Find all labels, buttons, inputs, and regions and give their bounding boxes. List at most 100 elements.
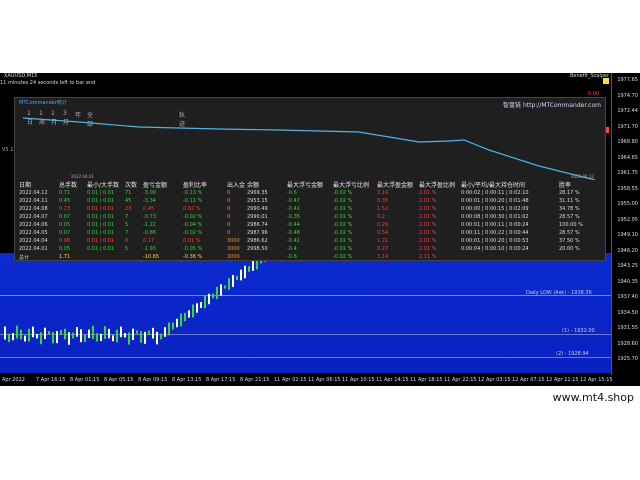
table-cell: -0.01 % [333,214,353,220]
table-cell: 28.17 % [559,190,580,196]
time-tick-label: 8 Apr 09:15 [138,377,168,383]
candle [108,328,110,339]
table-cell: 0.23 [59,206,71,212]
candle [80,329,82,343]
table-cell: 0.05 [59,222,71,228]
table-cell: -0.41 [287,238,300,244]
time-tick-label: 8 Apr 21:15 [240,377,270,383]
table-cell: -0.6 [287,190,297,196]
table-cell: 0.05 [59,246,71,252]
table-cell: 3.14 [377,254,389,260]
table-cell: 0:00:11 | 0:00:22 | 0:00:44 [461,230,529,236]
table-cell: 0.01 | 0.01 [87,214,115,220]
table-cell: 8 [125,238,129,244]
table-cell: 0.08 [59,238,71,244]
candle [20,329,22,340]
candle [120,326,122,338]
table-header: 最大浮盈比例 [419,182,456,189]
candle [76,327,78,337]
price-tick-label: 1937.40 [617,294,638,300]
table-cell: -0.48 [287,230,300,236]
table-cell: 0 [227,198,231,204]
bar-countdown: 11 minutes 24 seconds left to bar end [0,80,96,86]
table-cell: 0.17 [143,238,155,244]
price-tick-label: 1940.35 [617,278,638,285]
table-cell: 0.01 | 0.01 [87,190,115,196]
table-cell: 0.07 [59,214,71,220]
table-cell: 3.14 [377,190,389,196]
candle [172,322,174,330]
table-cell: -0.36 % [183,254,203,260]
candle [104,326,106,339]
table-cell: 0.2 [377,214,385,220]
table-cell: -3.00 [143,190,156,196]
candle [184,312,186,322]
table-cell: 2987.96 [247,230,268,236]
table-cell: 3000 [227,246,240,252]
candle [44,327,46,340]
table-header: 最大浮盈金额 [377,182,414,189]
candle [196,303,198,313]
table-cell: 0.29 [377,222,389,228]
candle [232,274,234,287]
table-cell: 0.01 | 0.01 [87,206,115,212]
table-cell: 2.01 % [419,246,437,252]
table-cell: 2022.04.12 [19,190,48,196]
time-tick-label: 12 Apr 03:15 [478,377,511,383]
price-tick-label: 1955.00 [617,201,638,207]
time-tick-label: 12 Apr 15:15 [580,377,613,383]
table-cell: 1.52 [377,206,389,212]
table-cell: -0.02 % [183,214,203,220]
table-cell: 0:00:00 | 0:00:15 | 0:02:09 [461,206,529,212]
table-cell: -0.13 % [183,190,203,196]
candle [8,333,10,343]
table-cell: 2.11 % [419,254,437,260]
expert-smiley-icon[interactable] [603,78,609,84]
table-cell: 0 [227,206,231,212]
price-tick-label: 1934.50 [617,309,638,316]
table-cell: 0.54 [377,230,389,236]
table-cell: 100.00 % [559,222,583,228]
table-cell: 0:00:04 | 0:00:10 | 0:00:24 [461,246,529,252]
website-link[interactable]: 智盘链 http://MTCommander.com [503,100,601,109]
time-tick-label: Apr 2022 [2,377,25,383]
candle [84,334,86,342]
table-cell: 28.57 % [559,214,580,220]
price-tick-label: 1972.44 [617,108,638,114]
price-tick-label: 1931.55 [617,325,638,331]
table-header: 最小/大手数 [87,182,120,189]
candle [88,329,90,339]
stats-panel[interactable]: MTCommander统计 智盘链 http://MTCommander.com… [14,97,606,261]
table-cell: 0 [227,190,231,196]
time-tick-label: 11 Apr 06:15 [308,377,341,383]
table-cell: 0.01 | 0.01 [87,230,115,236]
table-cell: 45 [125,198,132,204]
time-axis[interactable]: Apr 2022 7 Apr 16:15 8 Apr 01:15 8 Apr 05:1… [0,375,613,386]
price-tick-label: 1943.25 [617,263,638,269]
candle [176,318,178,328]
time-tick-label: 8 Apr 13:15 [172,377,202,383]
table-cell: -0.04 % [183,222,203,228]
candle [60,330,62,335]
price-axis[interactable]: 1977.65 1974.70 1972.44 1971.70 1968.80 1964.… [611,73,640,375]
chart-symbol: XAUUSD,M15 [4,73,38,79]
candle [56,331,58,344]
table-cell: 0:00:08 | 0:00:30 | 0:01:02 [461,214,529,220]
table-cell: 0.01 | 0.01 [87,238,115,244]
candle [64,328,66,340]
table-cell: 0.01 | 0.01 [87,222,115,228]
table-cell: 7 [125,214,129,220]
price-tick-label: 1925.70 [617,356,638,362]
price-tick-label: 1971.70 [617,123,638,130]
time-tick-label: 8 Apr 17:15 [206,377,236,383]
table-cell: 2.01 % [419,222,437,228]
price-tick-label: 1961.75 [617,170,638,176]
table-cell: 0:00:02 | 0:00:11 | 0:02:10 [461,190,529,196]
table-cell: 3000 [227,254,240,260]
table-cell: -0.05 % [183,246,203,252]
candle [168,322,170,336]
price-tick-label: 1946.20 [617,247,638,254]
table-cell: -0.41 [287,206,300,212]
candle [200,301,202,308]
table-cell: 2969.35 [247,190,268,196]
